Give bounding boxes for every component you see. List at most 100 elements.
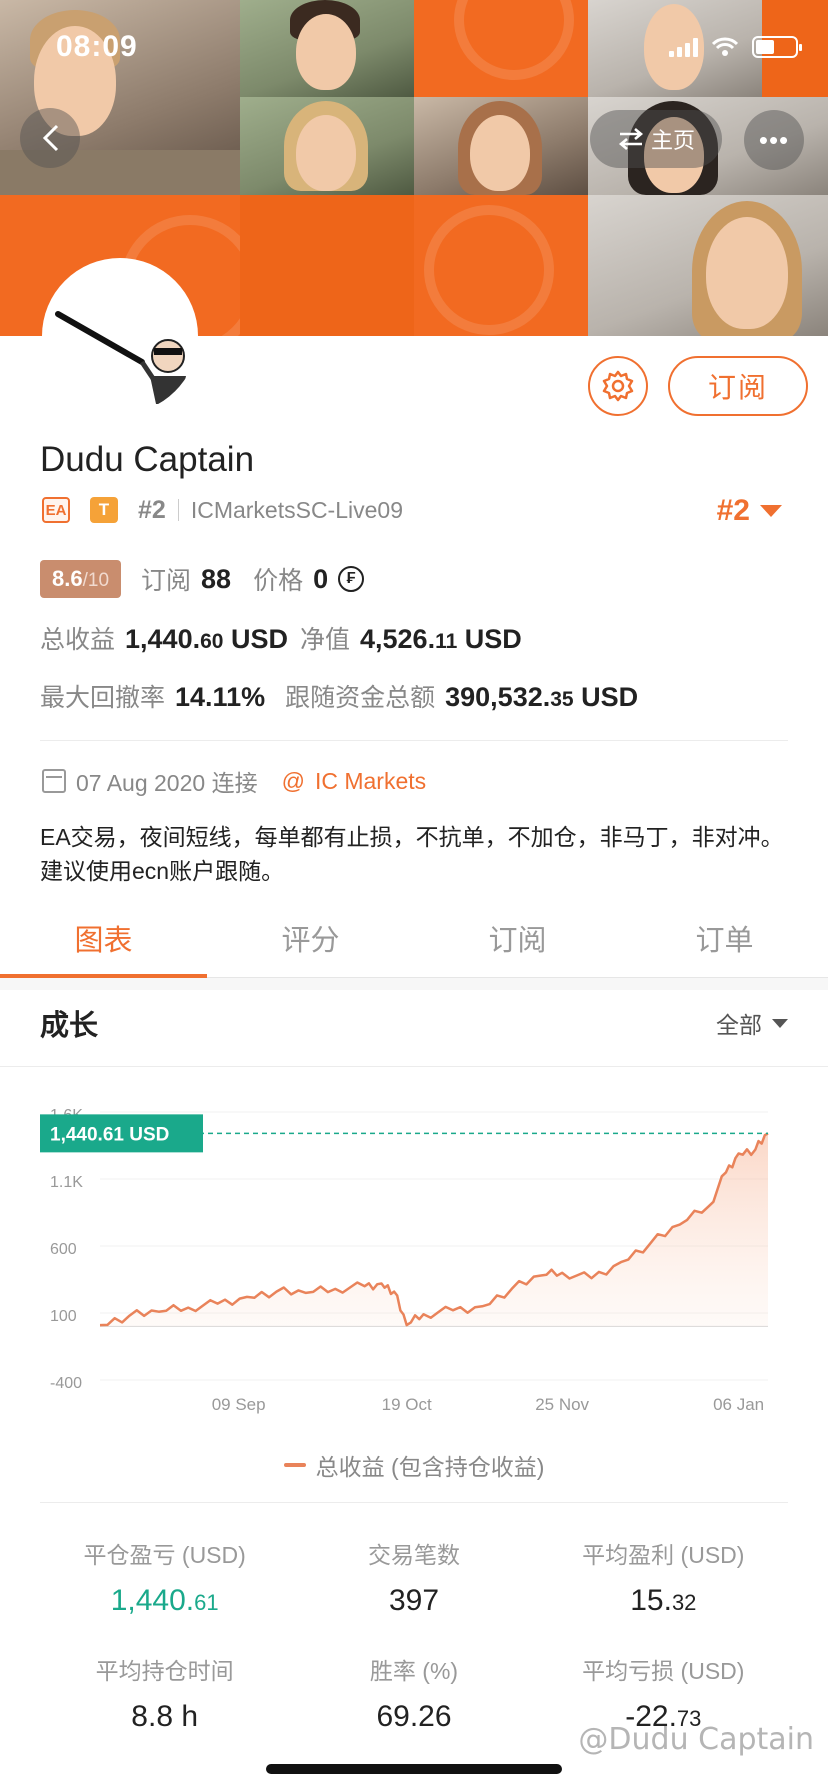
- total-profit-label: 总收益: [40, 626, 116, 654]
- follow-funds-main: 390,532.: [445, 682, 551, 712]
- x-tick-label: 25 Nov: [535, 1395, 589, 1414]
- score-row: 8.6/10 订阅 88 价格 0 ₣: [40, 560, 365, 598]
- x-tick-label: 19 Oct: [382, 1395, 432, 1414]
- strategy-description: EA交易，夜间短线，每单都有止损，不抗单，不加仓，非马丁，非对冲。建议使用ecn…: [40, 824, 784, 884]
- total-profit-dec: 60: [200, 630, 224, 653]
- status-icons: [669, 36, 802, 58]
- max-drawdown-value: 14.11%: [175, 682, 266, 712]
- stat-value-main: 69.26: [376, 1700, 452, 1733]
- caret-down-icon: [760, 505, 782, 517]
- stat-label: 胜率 (%): [369, 1658, 459, 1684]
- equity-main: 4,526.: [360, 624, 436, 654]
- stat-label: 平均持仓时间: [95, 1658, 234, 1684]
- chevron-left-icon: [42, 124, 59, 152]
- rank-label: #2: [138, 495, 166, 524]
- drawdown-row: 最大回撤率 14.11% 跟随资金总额 390,532.35 USD: [40, 678, 638, 714]
- tab-bar: 图表 评分 订阅 订单: [0, 898, 828, 978]
- follow-funds-dec: 35: [550, 688, 574, 711]
- trader-meta: EA T #2 ICMarketsSC-Live09: [42, 494, 403, 526]
- divider: [40, 740, 788, 741]
- avatar: [42, 258, 198, 414]
- gear-icon: [602, 370, 634, 402]
- stat-trade-count: 交易笔数 397: [289, 1536, 538, 1618]
- home-button-label: 主页: [650, 128, 695, 153]
- stat-value-main: 15.: [630, 1584, 672, 1617]
- at-icon: @: [281, 767, 305, 794]
- total-profit-value: 1,440.60 USD: [125, 624, 288, 655]
- banner-photo: [240, 0, 414, 97]
- equity-value: 4,526.11 USD: [360, 624, 522, 655]
- home-button[interactable]: 主页: [590, 110, 722, 168]
- score-max: /10: [82, 570, 110, 591]
- connection-row: 07 Aug 2020 连接 @ IC Markets: [42, 764, 426, 798]
- legend-label: 总收益 (包含持仓收益): [315, 1454, 545, 1480]
- tab-orders[interactable]: 订单: [621, 898, 828, 977]
- stat-closed-pnl: 平仓盈亏 (USD) 1,440.61: [40, 1536, 289, 1618]
- equity-unit: USD: [464, 624, 522, 654]
- battery-icon: [752, 36, 802, 58]
- tab-chart[interactable]: 图表: [0, 898, 207, 978]
- settings-button[interactable]: [588, 356, 648, 416]
- stat-label: 交易笔数: [367, 1542, 460, 1568]
- stat-win-rate: 胜率 (%) 69.26: [289, 1652, 538, 1734]
- growth-chart[interactable]: 1.6K1.1K600100-40009 Sep19 Oct25 Nov06 J…: [0, 1090, 828, 1420]
- divider: [40, 1502, 788, 1503]
- rank-dropdown-label: #2: [716, 494, 750, 527]
- series-area: [100, 1133, 768, 1327]
- chart-legend: 总收益 (包含持仓收益): [0, 1448, 828, 1482]
- banner-photo: [414, 97, 588, 195]
- stat-label: 平均亏损 (USD): [582, 1658, 745, 1684]
- equity-dec: 11: [435, 630, 458, 653]
- stat-value: 15.32: [539, 1584, 788, 1618]
- caret-down-icon: [772, 1018, 788, 1028]
- x-tick-label: 06 Jan: [713, 1395, 764, 1414]
- stat-value: 397: [289, 1584, 538, 1618]
- banner-pattern: [414, 195, 588, 336]
- current-value-label: 1,440.61 USD: [50, 1124, 169, 1145]
- score-badge: 8.6/10: [40, 560, 122, 598]
- subscribers-count: 88: [201, 563, 232, 594]
- trader-name: Dudu Captain: [40, 440, 255, 479]
- y-tick-label: 100: [50, 1308, 77, 1325]
- rank-dropdown[interactable]: #2: [717, 494, 782, 528]
- avatar-image: [55, 311, 186, 404]
- total-profit-main: 1,440.: [125, 624, 201, 654]
- coin-icon: ₣: [338, 566, 365, 592]
- y-tick-label: 600: [50, 1241, 77, 1258]
- subscribe-button[interactable]: 订阅: [668, 356, 808, 416]
- divider: [0, 1066, 828, 1067]
- section-title: 成长: [40, 1010, 99, 1042]
- price-label: 价格: [253, 567, 304, 595]
- banner-pattern: [414, 0, 588, 97]
- subscribers-label: 订阅: [141, 567, 192, 595]
- tab-subscriptions[interactable]: 订阅: [414, 898, 621, 977]
- stat-label: 平均盈利 (USD): [582, 1542, 745, 1568]
- profit-row: 总收益 1,440.60 USD 净值 4,526.11 USD: [40, 620, 522, 656]
- watermark: @Dudu Captain: [578, 1722, 814, 1757]
- calendar-icon: [42, 769, 66, 793]
- y-tick-label: 1.1K: [50, 1174, 83, 1191]
- status-time: 08:09: [56, 30, 138, 63]
- broker-link[interactable]: IC Markets: [315, 768, 426, 795]
- follow-funds-unit: USD: [581, 682, 639, 712]
- stat-avg-profit: 平均盈利 (USD) 15.32: [539, 1536, 788, 1618]
- wifi-icon: [712, 37, 738, 56]
- stat-value: 8.8 h: [40, 1700, 289, 1734]
- back-button[interactable]: [20, 108, 80, 168]
- trade-stats: 平仓盈亏 (USD) 1,440.61 交易笔数 397 平均盈利 (USD) …: [40, 1536, 788, 1734]
- stat-value-main: 8.8 h: [131, 1700, 199, 1733]
- total-profit-unit: USD: [230, 624, 288, 654]
- banner-photo: [588, 195, 828, 336]
- price-value: 0: [313, 563, 329, 594]
- swap-icon: [618, 128, 644, 150]
- score-value: 8.6: [52, 566, 83, 591]
- t-badge: T: [90, 497, 118, 523]
- x-tick-label: 09 Sep: [212, 1395, 266, 1414]
- range-filter[interactable]: 全部: [716, 1006, 788, 1040]
- tab-rating[interactable]: 评分: [207, 898, 414, 977]
- signal-icon: [669, 37, 698, 57]
- follow-funds-label: 跟随资金总额: [285, 684, 436, 712]
- more-button[interactable]: •••: [744, 110, 804, 170]
- ea-badge: EA: [42, 497, 70, 523]
- home-indicator[interactable]: [266, 1764, 562, 1774]
